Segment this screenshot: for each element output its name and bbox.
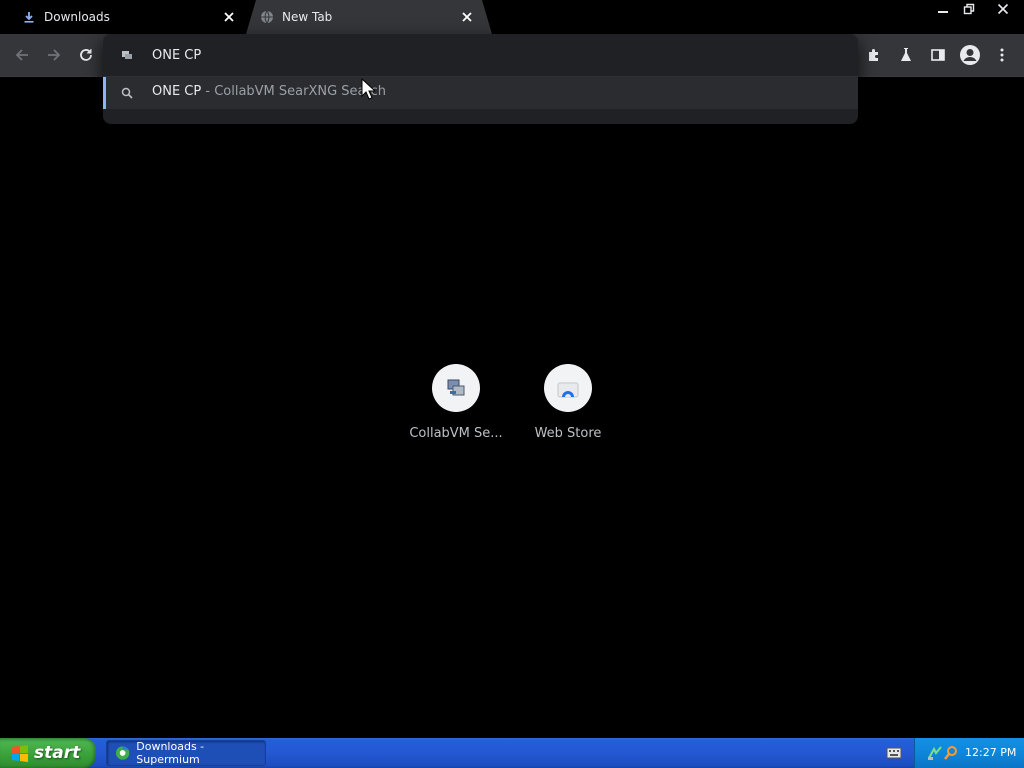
reload-icon [80,49,92,61]
system-tray: 12:27 PM [914,738,1024,768]
web-store-icon [544,364,592,412]
start-label: start [34,743,81,763]
globe-icon [260,10,274,24]
shortcut-web-store[interactable]: Web Store [518,364,618,441]
windows-flag-icon [12,745,28,762]
profile-button[interactable] [956,41,984,69]
window-controls [922,0,1016,18]
address-bar-input[interactable] [152,44,832,66]
extensions-button[interactable] [860,41,888,69]
arrow-right-icon [48,49,61,61]
taskbar-window-title: Downloads - Supermium [136,740,205,766]
close-tab-icon[interactable] [456,6,478,28]
forward-button[interactable] [40,41,68,69]
flask-icon [901,48,911,61]
minimize-button[interactable] [930,0,956,18]
restore-button[interactable] [956,0,982,18]
keyboard-icon[interactable] [886,746,902,760]
search-icon [119,85,135,101]
network-icon[interactable] [927,745,943,761]
side-panel-icon [931,49,945,61]
shortcut-collabvm[interactable]: CollabVM Se... [406,364,506,441]
collabvm-icon [432,364,480,412]
side-panel-button[interactable] [924,41,952,69]
omnibox-popup: ONE CP - CollabVM SearXNG Search [103,34,858,124]
omnibox-suggestion[interactable]: ONE CP - CollabVM SearXNG Search [103,77,858,109]
suggestion-query: ONE CP [152,84,202,99]
collabvm-favicon-icon [119,47,135,63]
download-icon [22,10,36,24]
tab-title: Downloads [44,10,110,24]
suggestion-text: ONE CP - CollabVM SearXNG Search [152,84,386,99]
close-window-button[interactable] [990,0,1016,18]
labs-button[interactable] [892,41,920,69]
arrow-left-icon [15,49,28,61]
suggestion-description: - CollabVM SearXNG Search [201,84,386,99]
tab-title: New Tab [282,10,333,24]
tab-new-tab[interactable]: New Tab [246,0,492,34]
tab-downloads[interactable]: Downloads [8,0,244,34]
start-button[interactable]: start [0,738,96,768]
mouse-cursor-icon [361,78,375,100]
reload-button[interactable] [72,41,100,69]
supermium-icon [115,746,130,760]
close-tab-icon[interactable] [218,6,240,28]
clock: 12:27 PM [965,746,1017,759]
shortcut-label: Web Store [534,426,602,441]
back-button[interactable] [8,41,36,69]
taskbar: start Downloads - Supermium 12:27 PM [0,738,1024,768]
shortcut-label: CollabVM Se... [409,426,503,441]
magnifier-icon[interactable] [943,745,959,761]
menu-button[interactable] [988,41,1016,69]
tab-strip: Downloads New Tab [0,0,1024,34]
kebab-menu-icon [1000,48,1004,62]
taskbar-window-button[interactable]: Downloads - Supermium [106,740,266,766]
avatar-icon [960,45,980,65]
puzzle-icon [869,49,878,61]
